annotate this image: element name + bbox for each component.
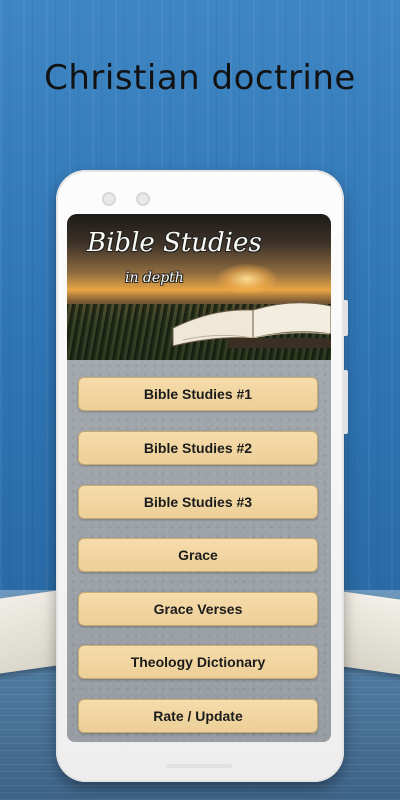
main-menu: Bible Studies #1 Bible Studies #2 Bible …: [67, 360, 331, 742]
power-button: [344, 300, 348, 336]
volume-button: [344, 370, 348, 434]
grace-verses-button[interactable]: Grace Verses: [78, 592, 318, 626]
rate-update-button[interactable]: Rate / Update: [78, 699, 318, 733]
promo-headline: Christian doctrine: [44, 58, 356, 98]
bible-studies-3-button[interactable]: Bible Studies #3: [78, 485, 318, 519]
front-camera-icon: [102, 192, 116, 206]
bible-studies-1-button[interactable]: Bible Studies #1: [78, 377, 318, 411]
grace-button[interactable]: Grace: [78, 538, 318, 572]
phone-mockup: Bible Studies in depth Bible Studies #1 …: [56, 170, 348, 782]
theology-dictionary-button[interactable]: Theology Dictionary: [78, 645, 318, 679]
open-book-right-decor: [340, 591, 400, 676]
banner-title: Bible Studies: [87, 228, 262, 258]
proximity-sensor-icon: [136, 192, 150, 206]
app-screen: Bible Studies in depth Bible Studies #1 …: [67, 214, 331, 742]
home-indicator: [166, 764, 232, 768]
banner-subtitle: in depth: [125, 270, 184, 286]
header-banner: Bible Studies in depth: [67, 214, 331, 360]
bible-studies-2-button[interactable]: Bible Studies #2: [78, 431, 318, 465]
open-bible-icon: [172, 302, 331, 348]
